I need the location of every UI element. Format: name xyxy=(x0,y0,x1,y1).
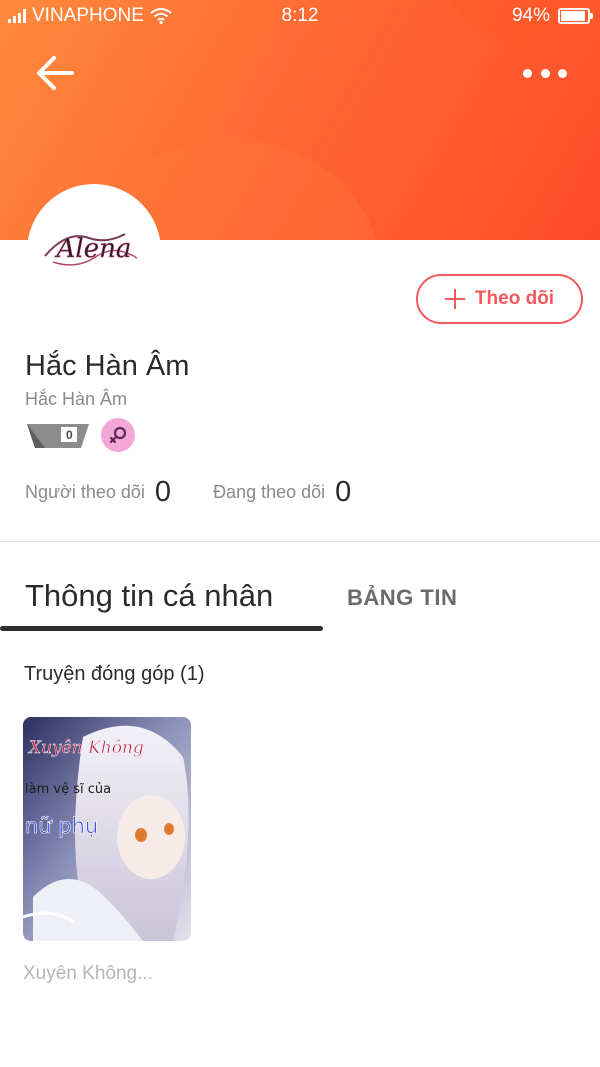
cover-title-line3: nữ phụ xyxy=(25,814,98,838)
following-label: Đang theo dõi xyxy=(213,482,326,502)
active-tab-indicator xyxy=(0,626,323,631)
status-time: 8:12 xyxy=(281,5,319,26)
level-number: 0 xyxy=(66,428,73,442)
back-button[interactable] xyxy=(30,50,80,96)
story-cover-image: Xuyên Không làm vệ sĩ của nữ phụ xyxy=(23,717,191,941)
following-stat[interactable]: Đang theo dõi 0 xyxy=(213,476,351,509)
contributions-title: Truyện đóng góp (1) xyxy=(24,663,205,685)
plus-icon xyxy=(444,289,465,309)
profile-badges: 0 xyxy=(25,418,135,452)
arrow-left-icon xyxy=(37,56,74,90)
avatar-logo: Alena xyxy=(44,233,138,266)
follow-button-label: Theo dõi xyxy=(474,288,555,309)
profile-name: Hắc Hàn Âm xyxy=(25,350,190,382)
avatar[interactable]: Alena xyxy=(27,184,161,318)
more-dot-icon xyxy=(523,68,532,78)
followers-count: 0 xyxy=(154,476,172,508)
section-divider xyxy=(0,541,600,542)
follow-stats: Người theo dõi 0 Đang theo dõi 0 xyxy=(25,476,351,509)
tab-personal-info[interactable]: Thông tin cá nhân xyxy=(25,578,273,614)
follow-button[interactable]: Theo dõi xyxy=(416,274,583,324)
level-badge: 0 xyxy=(25,418,91,452)
more-options-button[interactable] xyxy=(515,58,575,88)
story-title[interactable]: Xuyên Không... xyxy=(23,963,153,985)
profile-username: Hắc Hàn Âm xyxy=(25,389,128,409)
cover-title-line2: làm vệ sĩ của xyxy=(25,782,111,797)
story-cover[interactable]: Xuyên Không làm vệ sĩ của nữ phụ xyxy=(23,717,191,941)
battery-status: 94% xyxy=(511,5,593,27)
female-icon xyxy=(101,418,135,452)
followers-label: Người theo dõi xyxy=(25,482,145,502)
following-count: 0 xyxy=(335,476,352,508)
more-dot-icon xyxy=(540,68,550,78)
followers-stat[interactable]: Người theo dõi 0 xyxy=(25,476,171,509)
tab-news-feed[interactable]: BẢNG TIN xyxy=(347,585,457,611)
battery-icon xyxy=(558,8,593,24)
cover-title-line1: Xuyên Không xyxy=(27,738,144,758)
avatar-text: Alena xyxy=(55,234,132,264)
level-shield-icon xyxy=(27,424,89,448)
more-dot-icon xyxy=(558,68,567,78)
battery-percent: 94% xyxy=(511,5,550,26)
status-bar: VINAPHONE 8:12 94% xyxy=(0,0,600,32)
